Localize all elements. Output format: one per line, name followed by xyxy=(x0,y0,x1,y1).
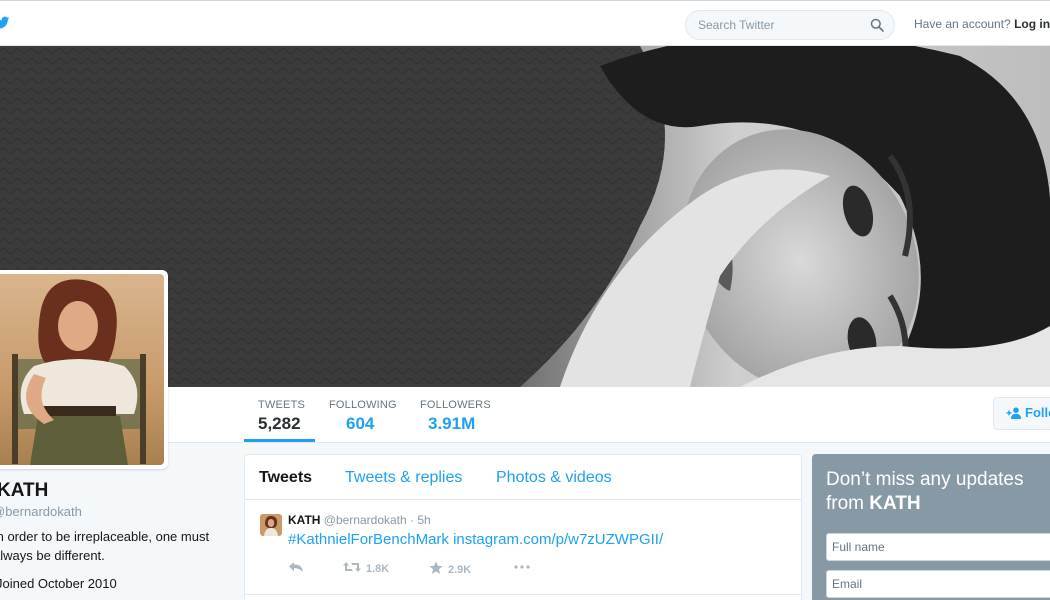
profile-bio-card: KATH @bernardokath In order to be irrepl… xyxy=(0,480,230,591)
search-input[interactable] xyxy=(687,12,867,38)
followers-stat[interactable]: FOLLOWERS 3.91M xyxy=(420,399,491,434)
tab-tweets-and-replies[interactable]: Tweets & replies xyxy=(345,469,462,487)
tweet-link[interactable]: instagram.com/p/w7zUZWPGII/ xyxy=(453,531,663,548)
full-name-field[interactable] xyxy=(826,533,1050,561)
retweet-count: 1.8K xyxy=(366,562,390,575)
tweet-hashtag[interactable]: #KathnielForBenchMark xyxy=(288,531,449,548)
retweet-button[interactable]: 1.8K xyxy=(343,561,389,576)
tweet-text: #KathnielForBenchMark instagram.com/p/w7… xyxy=(288,531,663,548)
follow-button-label: Follow xyxy=(1025,405,1050,420)
profile-bio-text: In order to be irreplaceable, one must a… xyxy=(0,529,210,563)
signup-heading: Don’t miss any updates from KATH xyxy=(826,468,1048,516)
tweets-stat[interactable]: TWEETS 5,282 xyxy=(258,399,305,434)
following-stat[interactable]: FOLLOWING 604 xyxy=(329,399,397,434)
account-prompt-text: Have an account? xyxy=(914,17,1011,31)
tweet-author-name[interactable]: KATH xyxy=(288,513,320,527)
more-options-button[interactable] xyxy=(513,561,531,573)
profile-handle[interactable]: @bernardokath xyxy=(0,504,230,519)
account-prompt: Have an account? Log in xyxy=(914,17,1050,31)
tweet-avatar[interactable] xyxy=(260,514,282,536)
retweet-icon xyxy=(343,561,361,576)
active-stat-underline xyxy=(244,439,315,442)
favorite-button[interactable]: 2.9K xyxy=(429,561,471,578)
tweet-item[interactable]: KATH @bernardokath · 5h #KathnielForBenc… xyxy=(245,500,801,595)
tweet-timestamp[interactable]: 5h xyxy=(417,513,430,527)
search-icon[interactable] xyxy=(870,18,884,32)
tab-tweets[interactable]: Tweets xyxy=(259,469,312,487)
profile-avatar[interactable] xyxy=(0,270,168,469)
followers-stat-value: 3.91M xyxy=(428,414,476,433)
following-stat-label: FOLLOWING xyxy=(329,399,397,411)
tweets-stat-value: 5,282 xyxy=(258,414,301,433)
favorite-count: 2.9K xyxy=(448,563,472,576)
profile-name: KATH xyxy=(0,480,49,501)
tweet-separator: · xyxy=(410,513,415,527)
top-navigation-bar: Have an account? Log in xyxy=(0,0,1050,46)
search-box xyxy=(685,10,895,40)
joined-date: Joined October 2010 xyxy=(0,576,117,591)
favorite-star-icon xyxy=(429,561,443,578)
tweets-stat-label: TWEETS xyxy=(258,399,306,411)
reply-icon xyxy=(288,561,304,576)
signup-heading-prefix: Don’t miss any updates from xyxy=(826,469,1024,514)
following-stat-value: 604 xyxy=(346,414,375,433)
tweet-author-handle[interactable]: @bernardokath xyxy=(324,513,407,527)
tab-photos-and-videos[interactable]: Photos & videos xyxy=(496,469,612,487)
email-field[interactable] xyxy=(826,570,1050,598)
add-person-icon xyxy=(1006,407,1022,422)
followers-stat-label: FOLLOWERS xyxy=(420,399,491,411)
signup-heading-name: KATH xyxy=(869,493,921,514)
timeline-tabs: Tweets Tweets & replies Photos & videos xyxy=(245,455,801,500)
twitter-bird-icon[interactable] xyxy=(0,15,10,31)
timeline: Tweets Tweets & replies Photos & videos … xyxy=(244,454,802,600)
follow-button[interactable]: Follow xyxy=(993,397,1050,430)
tweet-header: KATH @bernardokath · 5h xyxy=(288,513,431,527)
more-dots-icon xyxy=(513,561,531,573)
reply-button[interactable] xyxy=(288,561,304,576)
login-link[interactable]: Log in xyxy=(1014,17,1050,31)
signup-module: Don’t miss any updates from KATH xyxy=(812,454,1050,600)
